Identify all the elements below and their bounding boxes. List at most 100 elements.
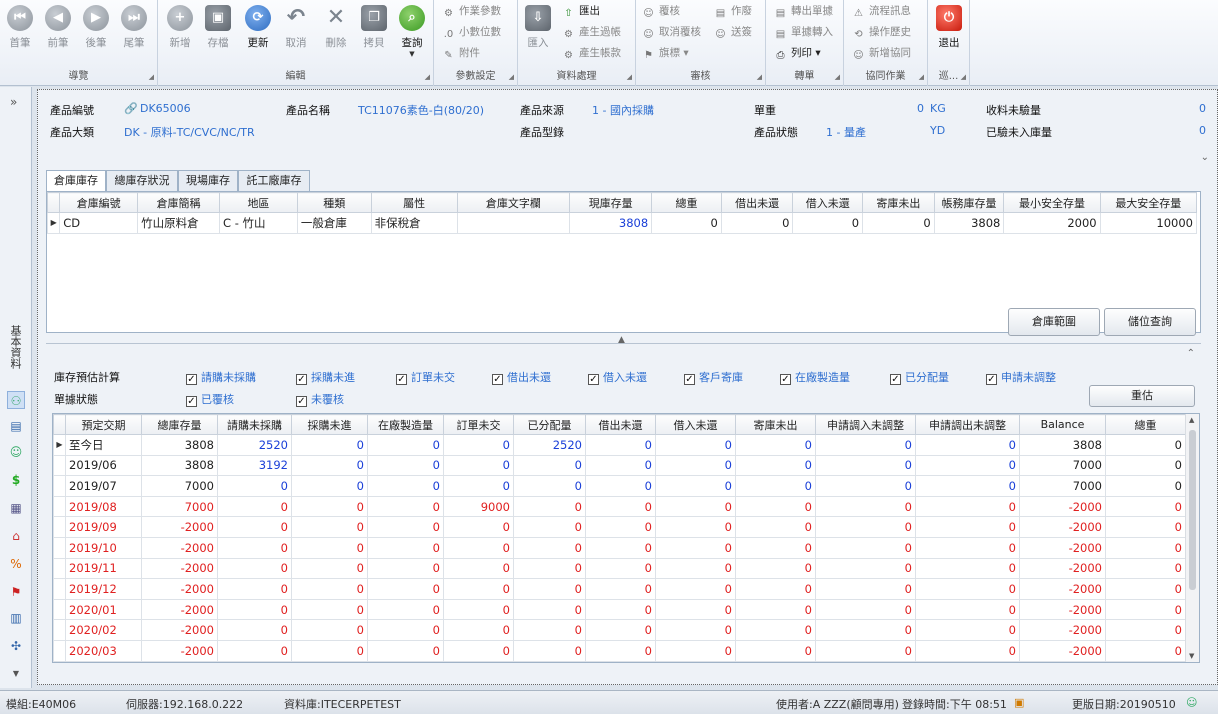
dialog-launcher-icon[interactable]: ◢: [425, 70, 430, 84]
add-button[interactable]: + 新增: [162, 3, 198, 63]
forecast-col-header[interactable]: 寄庫未出: [735, 414, 816, 435]
estimate-checkbox[interactable]: ✓ 客戶寄庫: [684, 369, 743, 385]
location-query-button[interactable]: 儲位查詢: [1104, 308, 1196, 336]
estimate-checkbox[interactable]: ✓ 採購未進: [296, 369, 355, 385]
export-button[interactable]: ⇧ 匯出: [562, 1, 600, 21]
sidebar-item-inventory[interactable]: ⚇: [7, 391, 25, 409]
forecast-col-header[interactable]: 借入未還: [655, 414, 736, 435]
flag-button[interactable]: ⚑ 旗標 ▾: [642, 43, 689, 63]
dialog-launcher-icon[interactable]: ◢: [961, 70, 966, 84]
print-button[interactable]: ⎙ 列印 ▾: [774, 43, 821, 63]
table-row[interactable]: 2020/02 -2000 0 0 0 0 0 0 0 0 0 0 -2000 0: [53, 619, 1186, 641]
warehouse-col-header[interactable]: 總重: [651, 192, 722, 213]
forecast-col-header[interactable]: Balance: [1019, 414, 1106, 435]
forecast-col-header[interactable]: 總重: [1105, 414, 1186, 435]
exit-button[interactable]: ⏻ 退出: [931, 3, 967, 63]
sidebar-item-calendar[interactable]: ▥: [7, 609, 25, 627]
sidebar-scroll-down-icon[interactable]: ▼: [7, 665, 25, 683]
table-row[interactable]: 2019/06 3808 3192 0 0 0 0 0 0 0 0 0 7000 0: [53, 454, 1186, 477]
void-button[interactable]: ▤ 作廢: [714, 1, 752, 21]
warehouse-range-button[interactable]: 倉庫範圍: [1008, 308, 1100, 336]
op-history-button[interactable]: ⟲ 操作歷史: [852, 22, 911, 42]
forecast-col-header[interactable]: 申請調入未調整: [815, 414, 916, 435]
warehouse-col-header[interactable]: 倉庫簡稱: [137, 192, 221, 213]
sidebar-item-discount[interactable]: %: [7, 555, 25, 573]
refresh-button[interactable]: ⟳ 更新: [240, 3, 276, 63]
decimal-places-button[interactable]: .0 小數位數: [442, 22, 501, 42]
sidebar-item-home[interactable]: ⌂: [7, 527, 25, 545]
recalculate-button[interactable]: 重估: [1089, 385, 1195, 407]
scrollbar-thumb[interactable]: [1189, 430, 1196, 590]
flow-message-button[interactable]: ⚠ 流程訊息: [852, 1, 911, 21]
sidebar-item-money[interactable]: $: [7, 471, 25, 489]
gen-entry-button[interactable]: ⚙ 產生過帳: [562, 22, 621, 42]
doc-status-checkbox[interactable]: ✓ 未覆核: [296, 391, 344, 407]
scroll-up-icon[interactable]: ▲: [1189, 416, 1194, 424]
estimate-checkbox[interactable]: ✓ 請購未採購: [186, 369, 256, 385]
dialog-launcher-icon[interactable]: ◢: [149, 70, 154, 84]
table-row[interactable]: 2019/12 -2000 0 0 0 0 0 0 0 0 0 0 -2000 0: [53, 578, 1186, 600]
forecast-col-header[interactable]: 訂單未交: [443, 414, 514, 435]
estimate-checkbox[interactable]: ✓ 借入未還: [588, 369, 647, 385]
approve-button[interactable]: ☺ 覆核: [642, 1, 680, 21]
warehouse-col-header[interactable]: 借入未還: [792, 192, 864, 213]
delete-button[interactable]: ✕ 刪除: [318, 3, 354, 63]
forecast-col-header[interactable]: 預定交期: [65, 414, 142, 435]
table-row[interactable]: 2020/03 -2000 0 0 0 0 0 0 0 0 0 0 -2000 0: [53, 639, 1186, 662]
chevron-up-icon[interactable]: ⌃: [1187, 348, 1195, 359]
prev-record-button[interactable]: ◀ 前筆: [40, 3, 76, 63]
next-record-button[interactable]: ▶ 後筆: [78, 3, 114, 63]
dialog-launcher-icon[interactable]: ◢: [919, 70, 924, 84]
dialog-launcher-icon[interactable]: ◢: [835, 70, 840, 84]
sidebar-item-users[interactable]: ☺: [7, 443, 25, 461]
doc-status-checkbox[interactable]: ✓ 已覆核: [186, 391, 234, 407]
chevron-down-icon[interactable]: ⌄: [1201, 152, 1209, 163]
table-row[interactable]: 2019/08 7000 0 0 0 9000 0 0 0 0 0 0 -2000 0: [53, 495, 1186, 518]
estimate-checkbox[interactable]: ✓ 訂單未交: [396, 369, 455, 385]
tab-site-stock[interactable]: 現場庫存: [178, 170, 238, 192]
tab-warehouse-stock[interactable]: 倉庫庫存: [46, 170, 106, 192]
warehouse-col-header[interactable]: 最大安全存量: [1099, 192, 1198, 213]
sidebar-item-flag[interactable]: ⚑: [7, 583, 25, 601]
warehouse-col-header[interactable]: 現庫存量: [569, 192, 653, 213]
sidebar-item-form[interactable]: ▤: [7, 417, 25, 435]
warehouse-col-header[interactable]: 地區: [219, 192, 298, 213]
product-no-value[interactable]: DK65006: [140, 102, 191, 115]
estimate-checkbox[interactable]: ✓ 在廠製造量: [780, 369, 850, 385]
estimate-checkbox[interactable]: ✓ 已分配量: [890, 369, 949, 385]
dialog-launcher-icon[interactable]: ◢: [627, 70, 632, 84]
copy-button[interactable]: ❐ 拷貝: [356, 3, 392, 63]
forecast-col-header[interactable]: 在廠製造量: [367, 414, 444, 435]
transfer-in-button[interactable]: ▤ 單據轉入: [774, 22, 833, 42]
save-button[interactable]: ▣ 存檔: [200, 3, 236, 63]
query-button[interactable]: ⌕ 查詢 ▼: [394, 3, 430, 63]
table-row[interactable]: 2019/10 -2000 0 0 0 0 0 0 0 0 0 0 -2000 0: [53, 536, 1186, 559]
gen-account-button[interactable]: ⚙ 產生帳款: [562, 43, 621, 63]
job-params-button[interactable]: ⚙ 作業參數: [442, 1, 501, 21]
table-row[interactable]: ▶ CD 竹山原料倉 C - 竹山 一般倉庫 非保稅倉 3808 0 0 0 0 3808 2000 10…: [46, 212, 1198, 234]
import-button[interactable]: ⇩ 匯入: [520, 3, 556, 63]
cancel-button[interactable]: ↶ 取消: [278, 3, 314, 63]
send-sign-button[interactable]: ☺ 送簽: [714, 22, 752, 42]
cancel-approve-button[interactable]: ☺ 取消覆核: [642, 22, 701, 42]
forecast-col-header[interactable]: 借出未還: [585, 414, 656, 435]
sidebar-title[interactable]: 基本資料: [9, 325, 23, 369]
new-collab-button[interactable]: ☺ 新增協同: [852, 43, 911, 63]
table-row[interactable]: 2020/01 -2000 0 0 0 0 0 0 0 0 0 0 -2000 0: [53, 598, 1186, 621]
warehouse-col-header[interactable]: 種類: [296, 192, 372, 213]
dialog-launcher-icon[interactable]: ◢: [757, 70, 762, 84]
estimate-checkbox[interactable]: ✓ 申請未調整: [986, 369, 1056, 385]
warehouse-col-header[interactable]: 借出未還: [720, 192, 794, 213]
transfer-out-button[interactable]: ▤ 轉出單據: [774, 1, 833, 21]
tab-total-stock[interactable]: 總庫存狀況: [106, 170, 178, 192]
vertical-scrollbar[interactable]: ▲ ▼: [1185, 414, 1199, 662]
warehouse-col-header[interactable]: 屬性: [370, 192, 458, 213]
warehouse-col-header[interactable]: 倉庫文字欄: [456, 192, 571, 213]
forecast-col-header[interactable]: 採購未進: [291, 414, 368, 435]
table-row[interactable]: 2019/11 -2000 0 0 0 0 0 0 0 0 0 0 -2000 0: [53, 557, 1186, 580]
table-row[interactable]: 2019/07 7000 0 0 0 0 0 0 0 0 0 0 7000 0: [53, 475, 1186, 497]
attachment-button[interactable]: ✎ 附件: [442, 43, 480, 63]
link-icon[interactable]: 🔗: [124, 102, 138, 115]
forecast-col-header[interactable]: 請購未採購: [217, 414, 292, 435]
dialog-launcher-icon[interactable]: ◢: [509, 70, 514, 84]
